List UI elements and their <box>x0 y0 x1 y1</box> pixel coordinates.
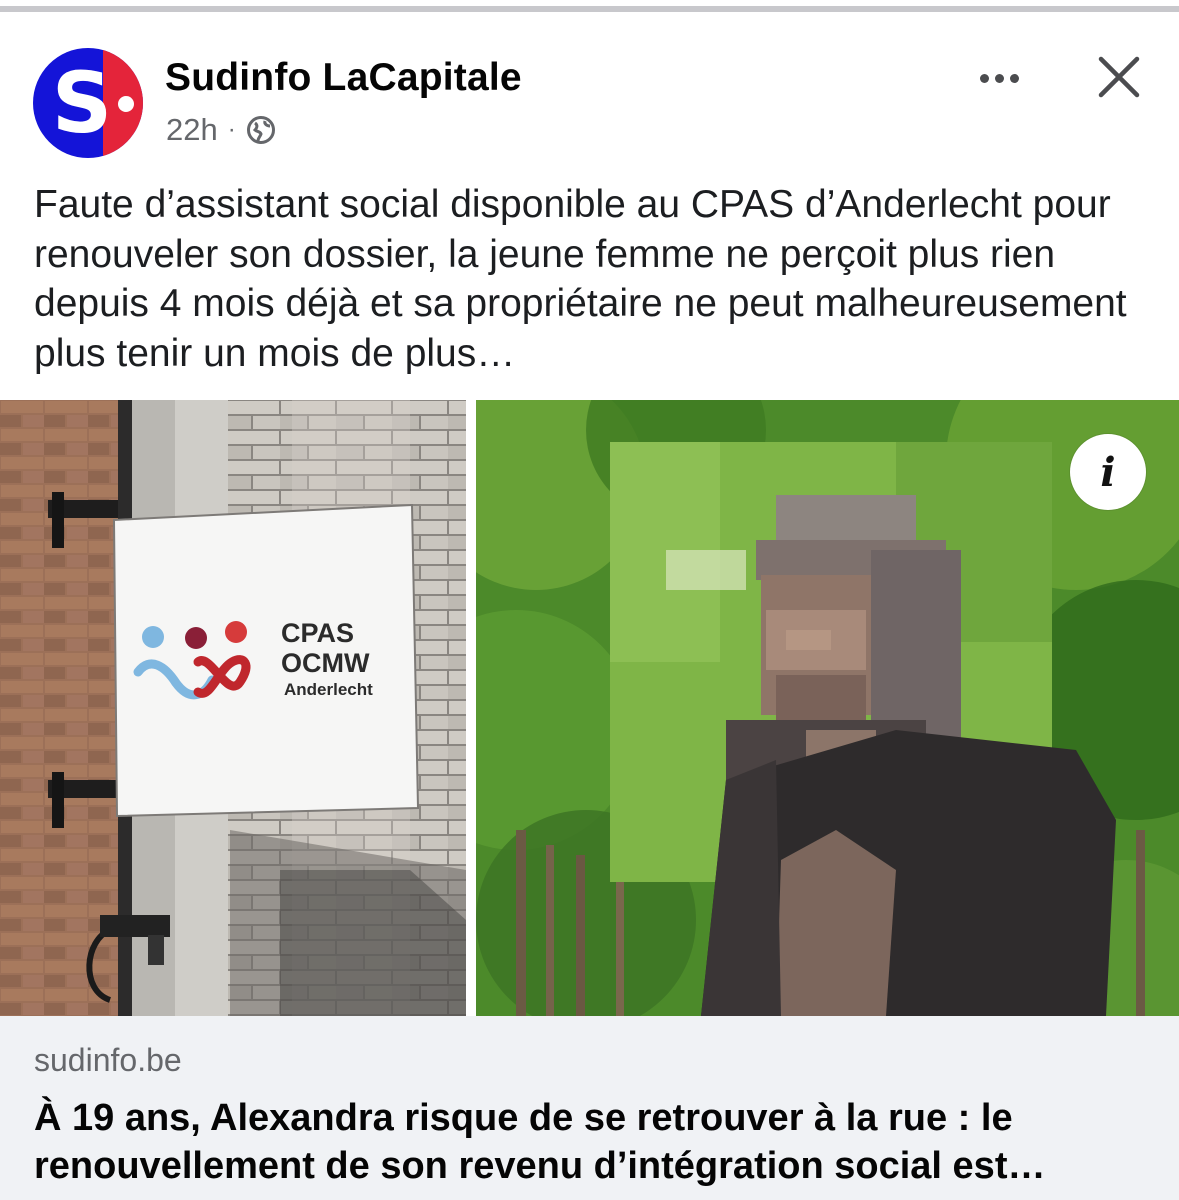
post-caption: Faute d’assistant social disponible au C… <box>34 183 1127 375</box>
meta-separator: · <box>227 116 236 143</box>
sign-text-ocmw: OCMW <box>281 648 370 678</box>
link-preview[interactable]: sudinfo.be À 19 ans, Alexandra risque de… <box>0 1016 1179 1200</box>
woman-blurred-photo[interactable] <box>476 400 1179 1016</box>
close-icon[interactable] <box>1094 52 1144 102</box>
more-options-icon[interactable] <box>970 60 1028 96</box>
post-meta: 22h · <box>166 110 276 150</box>
avatar-logo-letter: S <box>51 54 113 152</box>
link-headline[interactable]: À 19 ans, Alexandra risque de se retrouv… <box>34 1094 1154 1190</box>
sign-text-anderlecht: Anderlecht <box>284 680 373 699</box>
sign-text-cpas: CPAS <box>281 618 354 648</box>
post-timestamp[interactable]: 22h <box>166 112 218 148</box>
cpas-sign-photo[interactable]: CPAS OCMW Anderlecht <box>0 400 466 1016</box>
info-icon[interactable]: i <box>1070 434 1146 510</box>
link-domain: sudinfo.be <box>34 1042 182 1078</box>
globe-icon <box>246 116 275 144</box>
post-media[interactable]: CPAS OCMW Anderlecht <box>0 400 1179 1016</box>
top-divider <box>0 0 1179 16</box>
page-name-link[interactable]: Sudinfo LaCapitale <box>165 56 522 100</box>
page-avatar[interactable]: S <box>33 48 143 158</box>
post-header: S Sudinfo LaCapitale 22h · <box>0 16 1179 176</box>
